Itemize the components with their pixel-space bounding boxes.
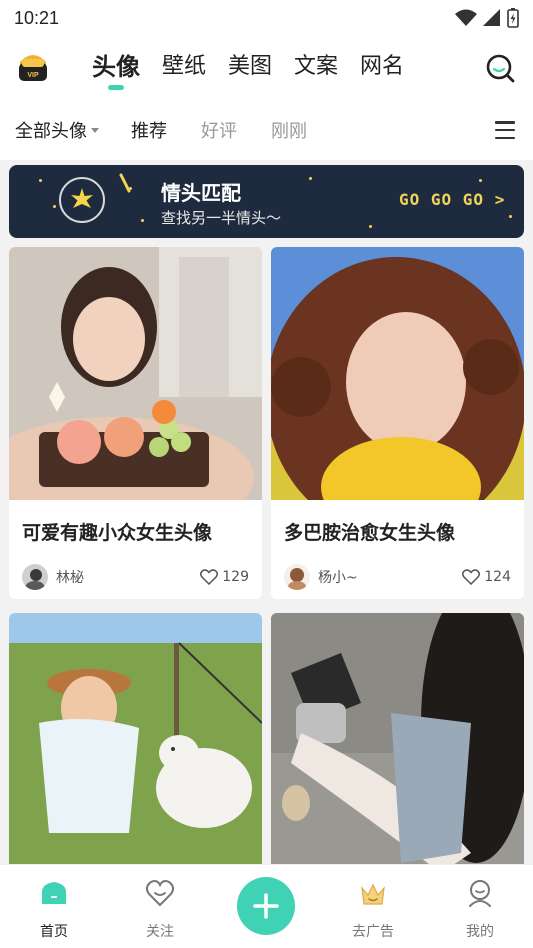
banner-title: 情头匹配 <box>161 181 241 205</box>
card-title: 可爱有趣小众女生头像 <box>22 522 213 544</box>
search-icon <box>486 54 515 83</box>
filter-latest[interactable]: 刚刚 <box>271 117 307 143</box>
nav-follow[interactable]: 关注 <box>120 877 200 941</box>
banner-cta[interactable]: GO GO GO > <box>399 190 505 209</box>
star-badge <box>59 177 105 223</box>
tab-avatar[interactable]: 头像 <box>92 50 140 90</box>
nav-home[interactable]: 首页 <box>14 877 94 941</box>
avatar[interactable] <box>22 564 48 590</box>
bottom-nav: 首页 关注 去广告 我的 <box>0 864 533 948</box>
nav-profile[interactable]: 我的 <box>440 877 520 941</box>
status-time: 10:21 <box>14 7 60 28</box>
heart-icon <box>145 880 175 907</box>
star-icon <box>71 188 93 208</box>
card-image <box>271 613 524 873</box>
category-tabs: 头像 壁纸 美图 文案 网名 <box>92 50 426 90</box>
nav-home-label: 首页 <box>40 924 68 940</box>
avatar-card[interactable]: 可爱有趣小众女生头像 林柲 129 <box>9 247 262 599</box>
nav-profile-label: 我的 <box>466 924 494 940</box>
signal-icon <box>483 9 500 26</box>
caret-down-icon <box>91 127 99 133</box>
crown-icon <box>361 883 385 905</box>
tab-wallpaper[interactable]: 壁纸 <box>162 50 206 90</box>
card-title: 多巴胺治愈女生头像 <box>284 522 456 544</box>
meteor-icon <box>119 173 131 193</box>
home-icon <box>42 882 66 904</box>
nav-remove-ads[interactable]: 去广告 <box>333 877 413 941</box>
card-meta: 林柲 129 <box>9 563 262 591</box>
sub-nav: 全部头像 推荐 好评 刚刚 <box>0 100 533 160</box>
avatar-card[interactable]: 多巴胺治愈女生头像 杨小~ 124 <box>271 247 524 599</box>
username[interactable]: 林柲 <box>56 567 84 587</box>
card-image <box>9 247 262 500</box>
nav-follow-label: 关注 <box>146 924 174 940</box>
status-bar: 10:21 <box>0 0 533 36</box>
tab-nickname[interactable]: 网名 <box>360 50 404 90</box>
banner-subtitle: 查找另一半情头～ <box>161 209 282 227</box>
search-button[interactable] <box>484 52 516 84</box>
nav-remove-ads-label: 去广告 <box>352 924 394 940</box>
vip-logo[interactable]: VIP <box>16 50 50 84</box>
top-nav: VIP 头像 壁纸 美图 文案 网名 <box>0 36 533 100</box>
tab-pictures[interactable]: 美图 <box>228 50 272 90</box>
like-count: 124 <box>484 569 511 585</box>
all-avatars-dropdown[interactable]: 全部头像 <box>15 117 99 143</box>
avatar-card[interactable] <box>271 613 524 873</box>
like-button[interactable]: 124 <box>462 569 511 585</box>
battery-icon <box>507 8 519 28</box>
tab-copywriting[interactable]: 文案 <box>294 50 338 90</box>
like-count: 129 <box>222 569 249 585</box>
all-avatars-label: 全部头像 <box>15 121 87 142</box>
heart-icon <box>462 569 481 585</box>
username[interactable]: 杨小~ <box>318 567 358 587</box>
vip-logo-text: VIP <box>27 72 39 79</box>
menu-icon[interactable] <box>495 121 515 139</box>
card-image <box>9 613 262 873</box>
add-button[interactable] <box>237 877 295 935</box>
status-icons <box>455 8 519 28</box>
avatar[interactable] <box>284 564 310 590</box>
wifi-icon <box>455 9 477 26</box>
card-image <box>271 247 524 500</box>
filter-recommend[interactable]: 推荐 <box>131 117 167 143</box>
card-meta: 杨小~ 124 <box>271 563 524 591</box>
filter-top-rated[interactable]: 好评 <box>201 117 237 143</box>
heart-icon <box>200 569 219 585</box>
profile-icon <box>469 880 491 907</box>
couple-match-banner[interactable]: 情头匹配 查找另一半情头～ GO GO GO > <box>9 165 524 238</box>
like-button[interactable]: 129 <box>200 569 249 585</box>
avatar-card[interactable] <box>9 613 262 873</box>
plus-icon <box>253 893 279 919</box>
